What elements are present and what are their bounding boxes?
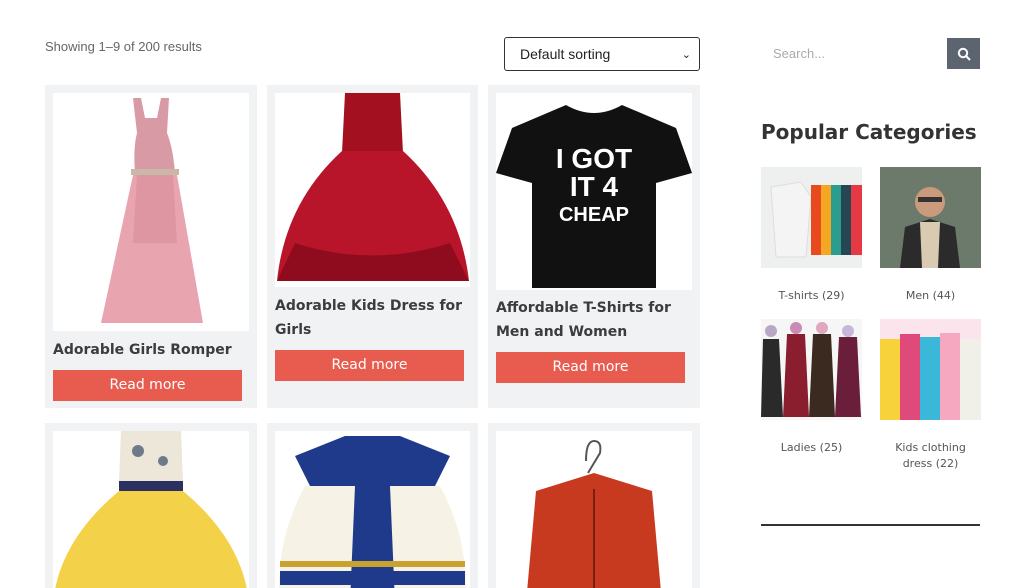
category-image[interactable]: [880, 319, 981, 420]
sidebar-divider: [761, 524, 980, 526]
popular-categories-title: Popular Categories: [761, 120, 977, 144]
tshirt-print-text: I GOT IT 4 CHEAP: [555, 143, 633, 227]
product-card: [45, 423, 257, 588]
category-name[interactable]: T-shirts: [778, 289, 818, 302]
category-image[interactable]: [880, 167, 981, 268]
read-more-button[interactable]: Read more: [496, 352, 685, 383]
read-more-button[interactable]: Read more: [275, 350, 464, 381]
product-image[interactable]: [496, 431, 692, 588]
product-card: I GOT IT 4 CHEAP Affordable T-Shirts for…: [488, 85, 700, 408]
product-card: Adorable Girls Romper Read more: [45, 85, 257, 408]
category-kids-clothing[interactable]: Kids clothing dress (22): [880, 319, 981, 472]
product-card: Adorable Kids Dress for Girls Read more: [267, 85, 478, 408]
product-image[interactable]: I GOT IT 4 CHEAP: [496, 93, 692, 290]
read-more-button[interactable]: Read more: [53, 370, 242, 401]
category-tshirts[interactable]: T-shirts (29): [761, 167, 862, 304]
product-title[interactable]: Adorable Kids Dress for Girls: [275, 294, 470, 342]
product-image[interactable]: [53, 93, 249, 331]
product-image[interactable]: [275, 431, 470, 588]
product-card: [267, 423, 478, 588]
chevron-down-icon: ⌄: [681, 48, 691, 61]
category-count: (25): [819, 441, 843, 454]
result-count: Showing 1–9 of 200 results: [45, 39, 202, 54]
product-card: [488, 423, 700, 588]
product-title[interactable]: Affordable T-Shirts for Men and Women: [496, 296, 692, 344]
category-image[interactable]: [761, 167, 862, 268]
search-icon: [957, 47, 971, 61]
sorting-selected-value: Default sorting: [520, 46, 611, 62]
product-image[interactable]: [53, 431, 249, 588]
category-men[interactable]: Men (44): [880, 167, 981, 304]
product-title[interactable]: Adorable Girls Romper: [53, 338, 249, 362]
category-ladies[interactable]: Ladies (25): [761, 319, 862, 456]
search-input[interactable]: Search...: [761, 38, 947, 69]
product-image[interactable]: [275, 93, 470, 287]
category-count: (29): [821, 289, 845, 302]
category-count: (44): [932, 289, 956, 302]
sorting-select[interactable]: Default sorting ⌄: [504, 37, 700, 71]
category-count: (22): [935, 457, 959, 470]
category-name[interactable]: Ladies: [781, 441, 816, 454]
search-button[interactable]: [947, 38, 980, 69]
category-name[interactable]: Men: [906, 289, 929, 302]
category-image[interactable]: [761, 319, 862, 420]
